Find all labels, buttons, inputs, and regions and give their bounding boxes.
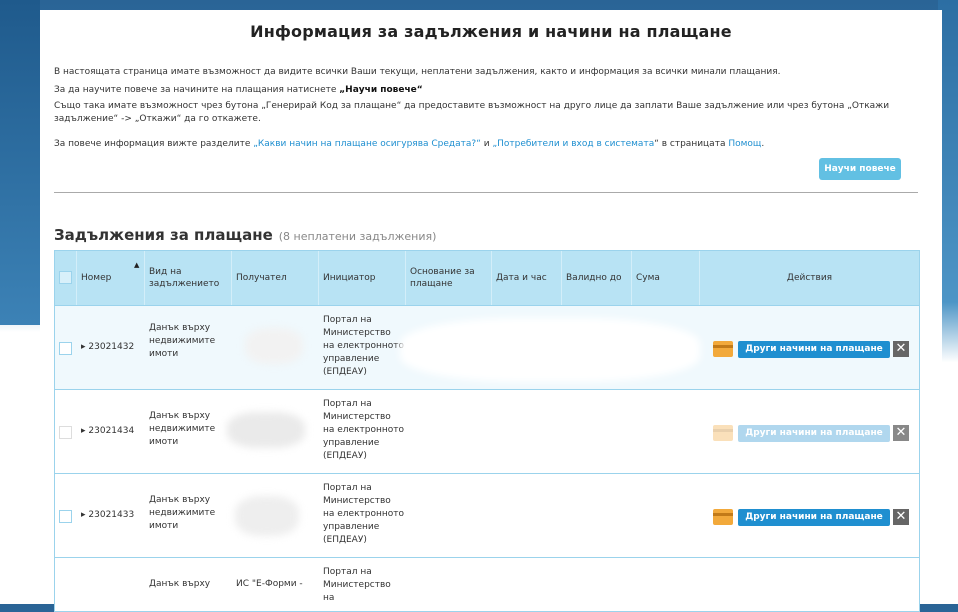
section-title: Задължения за плащане (8 неплатени задълж…	[54, 226, 436, 244]
table-row: ▸ 23021433 Данък върху недвижимите имоти…	[55, 473, 919, 558]
redacted-recipient	[245, 328, 303, 364]
more-info-and: и	[480, 139, 493, 149]
header-initiator-label: Инициатор	[323, 273, 376, 283]
other-payment-methods-button[interactable]: Други начини на плащане	[738, 341, 890, 358]
obligations-table: Номер ▲ Вид на задължението Получател Ин…	[54, 250, 920, 612]
header-basis-label: Основание за плащане	[410, 267, 475, 289]
card-payment-icon	[713, 425, 733, 441]
content-panel: Информация за задължения и начини на пла…	[40, 10, 942, 612]
row-initiator: Портал на Министерство на електронното у…	[323, 399, 405, 461]
learn-more-button[interactable]: Научи повече	[819, 158, 901, 180]
row-initiator: Портал на Министерство на	[323, 567, 391, 603]
more-info-in-page: “ в страницата	[654, 139, 729, 149]
row-initiator: Портал на Министерство на електронното у…	[323, 315, 405, 377]
row-number-value: 23021432	[88, 342, 135, 352]
header-recipient-label: Получател	[236, 273, 287, 283]
row-type: Данък върху недвижимите имоти	[149, 495, 216, 531]
background-left	[0, 0, 40, 325]
row-recipient: ИС "Е-Форми -	[236, 579, 303, 589]
row-type: Данък върху недвижимите имоти	[149, 411, 216, 447]
header-type-label: Вид на задължението	[149, 267, 220, 289]
learn-more-paragraph: За да научите повече за начините на плащ…	[54, 84, 924, 97]
payment-methods-link[interactable]: „Какви начин на плащане осигурява Средат…	[253, 139, 481, 149]
row-number-value: 23021433	[88, 510, 135, 520]
select-all-checkbox[interactable]	[59, 271, 72, 284]
header-valid-until: Валидно до	[562, 251, 632, 305]
header-select-cell	[55, 251, 77, 305]
redacted-recipient	[227, 412, 305, 448]
header-datetime: Дата и час	[492, 251, 562, 305]
learn-more-text: За да научите повече за начините на плащ…	[54, 85, 340, 95]
learn-more-bold: „Научи повече“	[339, 85, 423, 95]
header-basis: Основание за плащане	[406, 251, 492, 305]
row-initiator: Портал на Министерство на електронното у…	[323, 483, 405, 545]
decline-obligation-icon[interactable]: ✕	[893, 341, 909, 357]
row-checkbox[interactable]	[59, 510, 72, 523]
unpaid-count: (8 неплатени задължения)	[278, 230, 437, 243]
header-recipient: Получател	[232, 251, 319, 305]
more-info-paragraph: За повече информация вижте разделите „Ка…	[54, 138, 924, 151]
header-number[interactable]: Номер	[77, 251, 145, 305]
header-actions-label: Действия	[786, 273, 833, 283]
intro-paragraph: В настоящата страница имате възможност д…	[54, 67, 781, 77]
other-payment-methods-button: Други начини на плащане	[738, 425, 890, 442]
help-link[interactable]: Помощ	[728, 139, 761, 149]
row-number[interactable]: ▸ 23021432	[81, 341, 134, 354]
section-divider	[54, 192, 918, 193]
header-number-label: Номер	[81, 273, 112, 283]
card-payment-icon[interactable]	[713, 509, 733, 525]
header-type: Вид на задължението	[145, 251, 232, 305]
section-title-text: Задължения за плащане	[54, 226, 273, 244]
card-payment-icon[interactable]	[713, 341, 733, 357]
more-info-suffix: .	[761, 139, 765, 149]
page-title: Информация за задължения и начини на пла…	[250, 22, 732, 41]
row-checkbox[interactable]	[59, 426, 72, 439]
header-actions: Действия	[700, 251, 919, 305]
redacted-details	[400, 318, 700, 382]
table-header: Номер ▲ Вид на задължението Получател Ин…	[55, 251, 919, 305]
header-amount: Сума	[632, 251, 700, 305]
decline-obligation-icon[interactable]: ✕	[893, 425, 909, 441]
header-initiator: Инициатор	[319, 251, 406, 305]
table-row: ▸ 23021432 Данък върху недвижимите имоти…	[55, 305, 919, 390]
row-type: Данък върху	[149, 579, 211, 589]
row-checkbox[interactable]	[59, 342, 72, 355]
row-number-value: 23021434	[88, 426, 135, 436]
header-amount-label: Сума	[636, 273, 660, 283]
payment-code-paragraph: Също така имате възможност чрез бутона „…	[54, 101, 890, 124]
sort-asc-icon[interactable]: ▲	[134, 261, 139, 269]
row-number[interactable]: ▸ 23021433	[81, 509, 134, 522]
redacted-recipient	[235, 496, 299, 536]
other-payment-methods-button[interactable]: Други начини на плащане	[738, 509, 890, 526]
header-valid-until-label: Валидно до	[566, 273, 622, 283]
decline-obligation-icon[interactable]: ✕	[893, 509, 909, 525]
row-type: Данък върху недвижимите имоти	[149, 323, 216, 359]
row-number[interactable]: ▸ 23021434	[81, 425, 134, 438]
more-info-prefix: За повече информация вижте разделите	[54, 139, 254, 149]
header-datetime-label: Дата и час	[496, 273, 547, 283]
users-login-link[interactable]: „Потребители и вход в системата	[492, 139, 654, 149]
table-row: ▸ 23021434 Данък върху недвижимите имоти…	[55, 389, 919, 474]
